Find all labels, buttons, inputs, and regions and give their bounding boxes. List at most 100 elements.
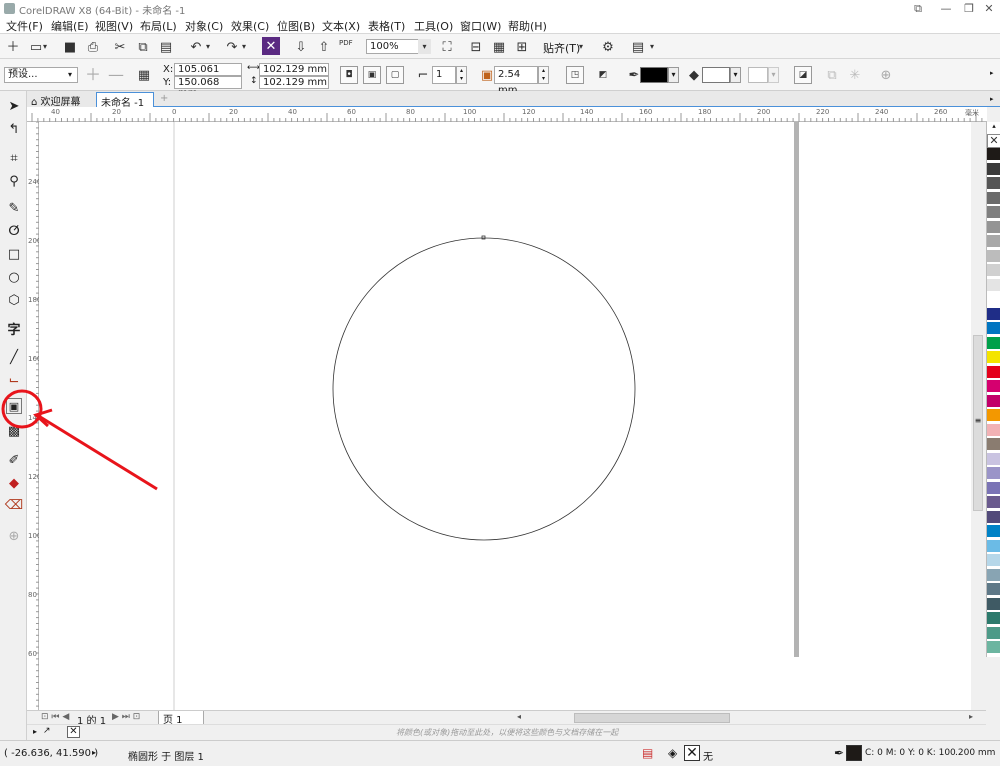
crop-tool-icon[interactable]: ⌗ <box>4 148 24 168</box>
restore-panel-icon[interactable]: ⧉ <box>904 0 932 17</box>
quick-customize-icon[interactable]: ⊕ <box>876 65 896 85</box>
menu-tools[interactable]: 工具(O) <box>414 18 453 34</box>
transparency-tool-icon[interactable]: ▩ <box>4 421 24 441</box>
vertical-scrollbar[interactable]: ≡ <box>973 335 983 511</box>
search-content-icon[interactable]: ✕ <box>262 37 280 55</box>
outline-contour-icon[interactable]: ◘ <box>340 66 358 84</box>
menu-table[interactable]: 表格(T) <box>368 18 405 34</box>
x-position-field[interactable]: 105.061 mm <box>174 63 242 86</box>
tab-welcome[interactable]: ⌂ 欢迎屏幕 <box>27 92 96 108</box>
print-icon[interactable]: ⎙ <box>83 37 103 57</box>
ellipse-object[interactable] <box>332 237 636 541</box>
palette-swatch[interactable] <box>987 293 1000 306</box>
new-tab-icon[interactable]: + <box>156 92 172 107</box>
undo-dropdown-icon[interactable]: ▾ <box>203 37 213 57</box>
application-launcher-icon[interactable]: ▤ <box>628 37 648 57</box>
menu-layout[interactable]: 布局(L) <box>140 18 177 34</box>
drawing-canvas[interactable] <box>39 122 971 710</box>
contour-steps-field[interactable]: 1 <box>432 66 456 84</box>
outside-contour-icon[interactable]: ▢ <box>386 66 404 84</box>
contour-tool-icon[interactable]: ▣ <box>6 398 22 414</box>
options-gear-icon[interactable]: ⚙ <box>598 37 618 57</box>
horizontal-scrollbar[interactable] <box>574 713 730 723</box>
fill-none-swatch[interactable]: ✕ <box>684 745 700 761</box>
snap-to-menu[interactable]: 贴齐(T) <box>543 40 580 56</box>
palette-swatch[interactable] <box>987 568 1000 582</box>
palette-swatch[interactable] <box>987 626 1000 640</box>
show-rulers-icon[interactable]: ⊟ <box>466 37 486 57</box>
palette-swatch[interactable] <box>987 380 1000 393</box>
new-document-icon[interactable]: ＋ <box>3 37 23 57</box>
docker-arrow-icon[interactable]: ▸ <box>990 95 994 103</box>
palette-swatch[interactable] <box>987 409 1000 422</box>
palette-swatch[interactable] <box>987 264 1000 277</box>
outline-color-dropdown-icon[interactable]: ▾ <box>668 67 679 83</box>
palette-swatch[interactable] <box>987 148 1000 161</box>
palette-swatch[interactable] <box>987 162 1000 176</box>
palette-swatch[interactable] <box>987 583 1000 596</box>
menu-effects[interactable]: 效果(C) <box>231 18 269 34</box>
color-proofing-icon[interactable]: ▤ <box>642 746 653 760</box>
import-icon[interactable]: ⇩ <box>291 37 311 57</box>
object-origin-icon[interactable]: ▦ <box>134 65 154 85</box>
palette-swatch[interactable] <box>987 525 1000 538</box>
palette-swatch[interactable] <box>987 322 1000 335</box>
palette-swatch[interactable] <box>987 423 1000 437</box>
open-dropdown-icon[interactable]: ▾ <box>40 37 50 57</box>
palette-swatch[interactable] <box>987 641 1000 654</box>
menu-help[interactable]: 帮助(H) <box>508 18 547 34</box>
contour-offset-field[interactable]: 2.54 mm <box>494 66 538 96</box>
tab-document[interactable]: 未命名 -1 <box>96 92 154 109</box>
polygon-tool-icon[interactable]: ⬡ <box>4 290 24 310</box>
contour-color-direction-icon[interactable]: ◩ <box>594 66 612 84</box>
snap-dropdown-icon[interactable]: ▾ <box>576 37 586 57</box>
pick-tool-icon[interactable]: ➤ <box>4 96 24 116</box>
close-button[interactable]: ✕ <box>975 0 1000 17</box>
palette-swatch[interactable] <box>987 177 1000 190</box>
palette-swatch[interactable] <box>987 496 1000 509</box>
publish-pdf-icon[interactable]: PDF <box>339 39 353 47</box>
ellipse-tool-icon[interactable]: ○ <box>4 267 24 287</box>
palette-swatch[interactable] <box>987 365 1000 379</box>
object-width-field[interactable]: 102.129 mm <box>259 63 329 76</box>
palette-swatch[interactable] <box>987 467 1000 480</box>
freehand-tool-icon[interactable]: ✎ <box>4 198 24 218</box>
palette-swatch[interactable] <box>987 612 1000 625</box>
palette-swatch[interactable] <box>987 597 1000 611</box>
menu-text[interactable]: 文本(X) <box>322 18 360 34</box>
save-icon[interactable]: ■ <box>60 37 80 57</box>
palette-swatch[interactable] <box>987 206 1000 219</box>
eyedropper-small-icon[interactable]: ↗ <box>43 726 51 736</box>
page-nav-next-icons[interactable]: ▶ ⏭ ⊡ <box>112 712 140 722</box>
property-bar-overflow-icon[interactable]: ▸ <box>990 69 994 77</box>
h-scroll-left-icon[interactable]: ◂ <box>517 712 521 721</box>
show-guidelines-icon[interactable]: ⊞ <box>512 37 532 57</box>
full-screen-icon[interactable]: ⛶ <box>437 37 457 57</box>
preset-select[interactable]: 预设... <box>4 67 78 83</box>
paste-icon[interactable]: ▤ <box>156 37 176 57</box>
connector-tool-icon[interactable]: ⌙ <box>4 370 24 390</box>
shape-tool-icon[interactable]: ↰ <box>4 119 24 139</box>
palette-swatch[interactable] <box>987 220 1000 234</box>
remove-preset-icon[interactable]: — <box>106 65 126 85</box>
palette-swatch[interactable] <box>987 452 1000 466</box>
no-color-small-icon[interactable]: ✕ <box>67 726 80 738</box>
rectangle-tool-icon[interactable]: □ <box>4 244 24 264</box>
zoom-tool-icon[interactable]: ⚲ <box>4 171 24 191</box>
palette-swatch[interactable] <box>987 554 1000 567</box>
palette-swatch[interactable] <box>987 235 1000 248</box>
tab-page-1[interactable]: 页 1 <box>158 711 204 726</box>
contour-end-color-swatch[interactable] <box>748 67 768 83</box>
artistic-media-icon[interactable]: ⵚ <box>4 221 24 241</box>
palette-menu-icon[interactable]: ▸ <box>33 727 37 736</box>
export-icon[interactable]: ⇧ <box>314 37 334 57</box>
offset-spinner[interactable]: ▴ ▾ <box>538 66 549 84</box>
palette-swatch[interactable] <box>987 278 1000 292</box>
redo-dropdown-icon[interactable]: ▾ <box>239 37 249 57</box>
palette-swatch[interactable] <box>987 510 1000 524</box>
menu-bitmaps[interactable]: 位图(B) <box>277 18 315 34</box>
palette-swatch[interactable] <box>987 351 1000 364</box>
acceleration-icon[interactable]: ◪ <box>794 66 812 84</box>
copy-icon[interactable]: ⧉ <box>133 37 153 57</box>
palette-swatch[interactable] <box>987 539 1000 553</box>
